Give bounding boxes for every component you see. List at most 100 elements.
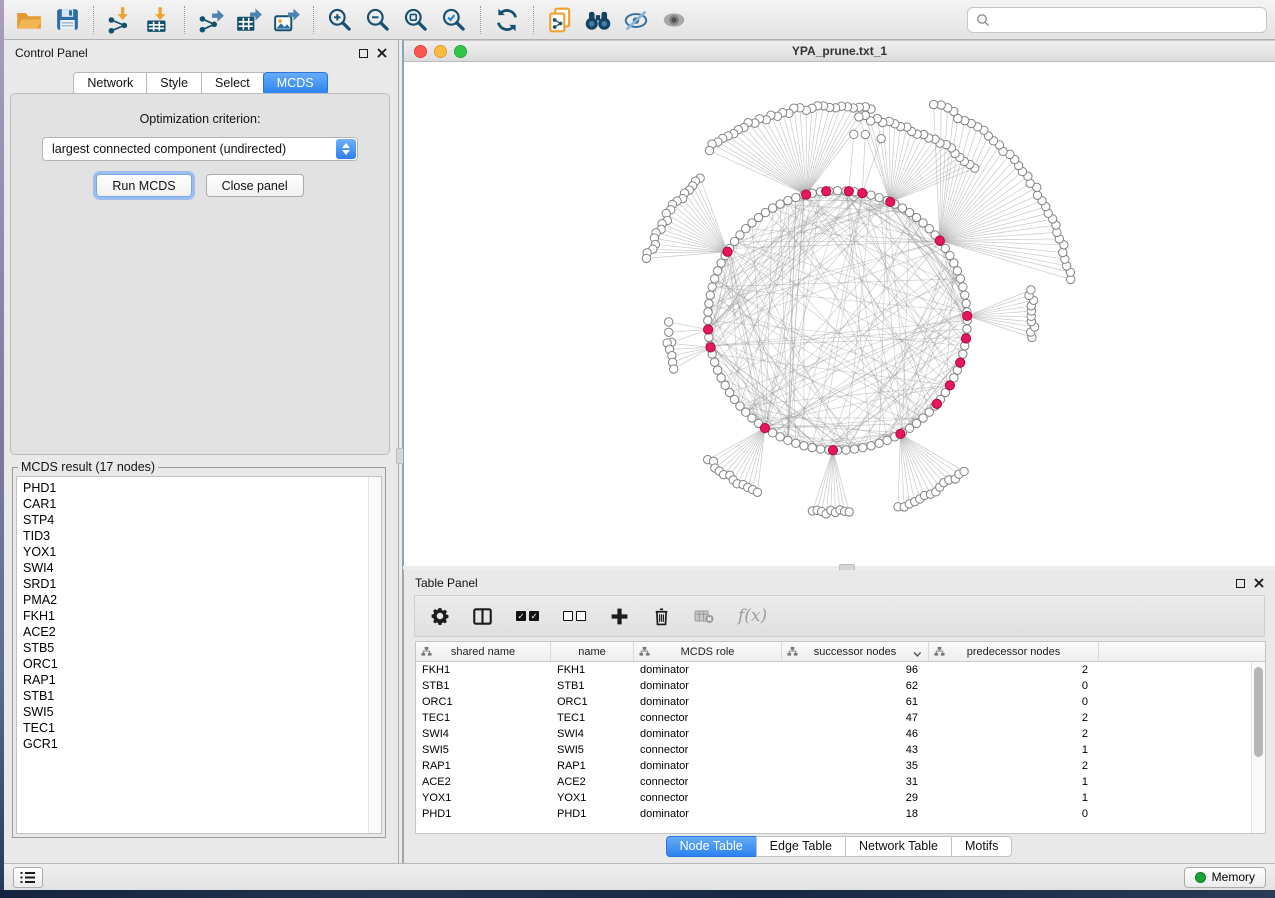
export-table-button[interactable] (230, 3, 268, 37)
table-cell[interactable]: connector (634, 774, 782, 790)
table-cell[interactable]: FKH1 (551, 662, 634, 678)
mcds-result-item[interactable]: SWI5 (23, 704, 381, 720)
mcds-result-item[interactable]: SWI4 (23, 560, 381, 576)
tab-network-table[interactable]: Network Table (845, 836, 952, 857)
maximize-window-icon[interactable] (454, 45, 467, 58)
open-file-button[interactable] (10, 3, 48, 37)
close-panel-icon[interactable] (1254, 578, 1264, 588)
table-cell[interactable]: FKH1 (416, 662, 551, 678)
mcds-result-item[interactable]: CAR1 (23, 496, 381, 512)
hide-selected-button[interactable] (617, 3, 655, 37)
zoom-fit-button[interactable] (397, 3, 435, 37)
minimize-window-icon[interactable] (434, 45, 447, 58)
select-all-columns-button[interactable]: ✓✓ (516, 611, 539, 621)
column-header-name[interactable]: name (551, 642, 634, 661)
table-cell[interactable]: 0 (929, 806, 1099, 822)
float-panel-icon[interactable] (359, 49, 368, 58)
show-task-history-button[interactable] (13, 867, 43, 888)
mcds-result-item[interactable]: STB5 (23, 640, 381, 656)
table-cell[interactable]: YOX1 (416, 790, 551, 806)
table-row[interactable]: RAP1RAP1dominator352 (416, 758, 1265, 774)
table-row[interactable]: ACE2ACE2connector311 (416, 774, 1265, 790)
table-cell[interactable]: connector (634, 742, 782, 758)
table-row[interactable]: STB1STB1dominator620 (416, 678, 1265, 694)
mcds-result-item[interactable]: GCR1 (23, 736, 381, 752)
search-input[interactable] (996, 13, 1258, 27)
column-header-successor-nodes[interactable]: successor nodes (782, 642, 929, 661)
table-cell[interactable]: connector (634, 710, 782, 726)
function-builder-button[interactable]: f(x) (738, 606, 767, 626)
table-row[interactable]: SWI4SWI4dominator462 (416, 726, 1265, 742)
import-table-button[interactable] (139, 3, 177, 37)
table-cell[interactable]: 2 (929, 662, 1099, 678)
tab-edge-table[interactable]: Edge Table (756, 836, 846, 857)
table-row[interactable]: YOX1YOX1connector291 (416, 790, 1265, 806)
tab-style[interactable]: Style (146, 72, 202, 95)
mcds-result-item[interactable]: ORC1 (23, 656, 381, 672)
tab-motifs[interactable]: Motifs (951, 836, 1012, 857)
tab-select[interactable]: Select (201, 72, 264, 95)
mcds-result-item[interactable]: STB1 (23, 688, 381, 704)
table-cell[interactable]: PHD1 (551, 806, 634, 822)
table-cell[interactable]: dominator (634, 662, 782, 678)
table-cell[interactable]: dominator (634, 806, 782, 822)
close-window-icon[interactable] (414, 45, 427, 58)
zoom-selected-button[interactable] (435, 3, 473, 37)
export-network-button[interactable] (192, 3, 230, 37)
table-row[interactable]: SWI5SWI5connector431 (416, 742, 1265, 758)
table-cell[interactable]: ACE2 (551, 774, 634, 790)
table-cell[interactable]: 62 (782, 678, 929, 694)
table-row[interactable]: ORC1ORC1dominator610 (416, 694, 1265, 710)
column-header-MCDS-role[interactable]: MCDS role (634, 642, 782, 661)
table-cell[interactable]: 1 (929, 790, 1099, 806)
show-all-button[interactable] (655, 3, 693, 37)
tab-node-table[interactable]: Node Table (666, 836, 757, 857)
table-cell[interactable]: ORC1 (416, 694, 551, 710)
network-canvas[interactable] (404, 62, 1275, 566)
table-cell[interactable]: TEC1 (416, 710, 551, 726)
table-row[interactable]: PHD1PHD1dominator180 (416, 806, 1265, 822)
table-cell[interactable]: 2 (929, 726, 1099, 742)
close-panel-icon[interactable] (377, 48, 387, 58)
table-cell[interactable]: STB1 (416, 678, 551, 694)
memory-button[interactable]: Memory (1184, 867, 1266, 888)
mcds-result-item[interactable]: STP4 (23, 512, 381, 528)
column-header-shared-name[interactable]: shared name (416, 642, 551, 661)
table-cell[interactable]: 18 (782, 806, 929, 822)
table-cell[interactable]: ACE2 (416, 774, 551, 790)
table-cell[interactable]: TEC1 (551, 710, 634, 726)
table-settings-button[interactable] (431, 607, 449, 625)
delete-columns-button[interactable] (653, 607, 670, 626)
mcds-result-item[interactable]: PMA2 (23, 592, 381, 608)
table-cell[interactable]: SWI4 (416, 726, 551, 742)
add-column-button[interactable] (610, 607, 629, 626)
mcds-result-item[interactable]: FKH1 (23, 608, 381, 624)
mcds-result-item[interactable]: ACE2 (23, 624, 381, 640)
table-cell[interactable]: 31 (782, 774, 929, 790)
mcds-result-item[interactable]: TID3 (23, 528, 381, 544)
table-cell[interactable]: STB1 (551, 678, 634, 694)
table-cell[interactable]: 2 (929, 710, 1099, 726)
mcds-list-scrollbar[interactable] (368, 477, 381, 833)
table-cell[interactable]: SWI5 (416, 742, 551, 758)
network-graph[interactable] (404, 62, 1275, 566)
float-panel-icon[interactable] (1236, 579, 1245, 588)
table-cell[interactable]: 43 (782, 742, 929, 758)
zoom-in-button[interactable] (321, 3, 359, 37)
table-cell[interactable]: 46 (782, 726, 929, 742)
tab-network[interactable]: Network (73, 72, 147, 95)
table-cell[interactable]: dominator (634, 678, 782, 694)
table-cell[interactable]: dominator (634, 758, 782, 774)
zoom-out-button[interactable] (359, 3, 397, 37)
mcds-result-item[interactable]: SRD1 (23, 576, 381, 592)
table-scrollbar-thumb[interactable] (1254, 667, 1263, 757)
close-panel-button[interactable]: Close panel (206, 174, 304, 197)
mcds-result-item[interactable]: RAP1 (23, 672, 381, 688)
run-mcds-button[interactable]: Run MCDS (96, 174, 191, 197)
export-image-button[interactable] (268, 3, 306, 37)
table-scrollbar[interactable] (1251, 662, 1265, 833)
table-cell[interactable]: 2 (929, 758, 1099, 774)
unselect-all-columns-button[interactable] (563, 611, 586, 621)
mcds-result-item[interactable]: PHD1 (23, 480, 381, 496)
table-cell[interactable]: 29 (782, 790, 929, 806)
